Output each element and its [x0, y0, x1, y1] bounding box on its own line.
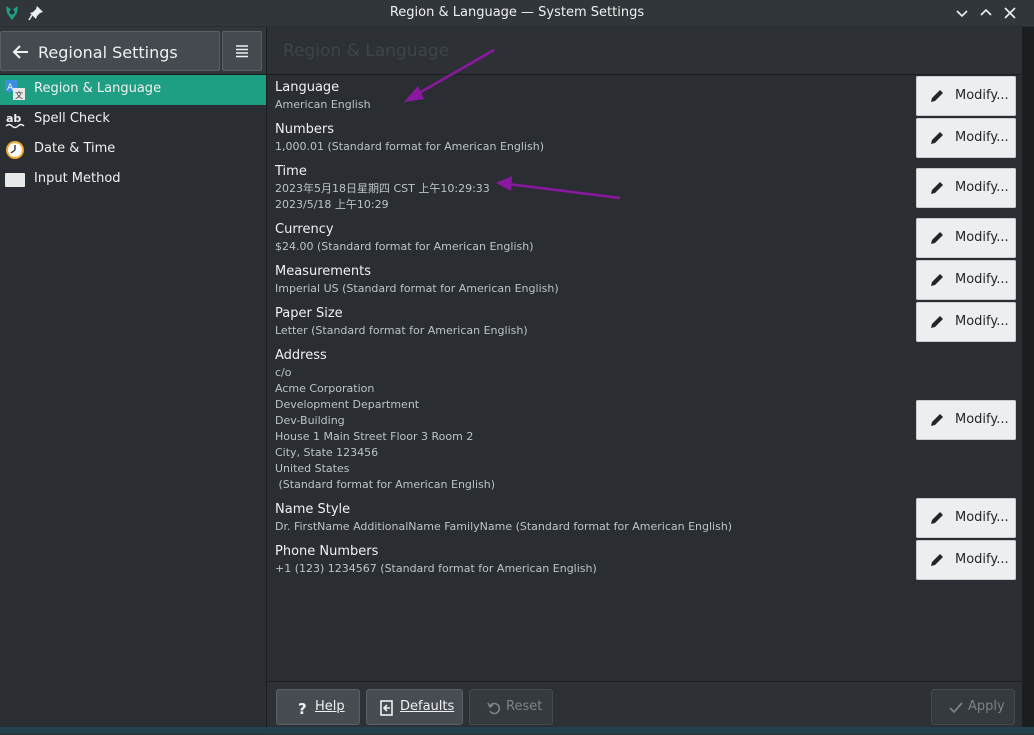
modify-measurements-button[interactable]: Modify... — [916, 260, 1016, 300]
modify-phone-numbers-button[interactable]: Modify... — [916, 540, 1016, 580]
sidebar-item-input-method[interactable]: Input Method — [0, 165, 266, 195]
setting-title-paper-size: Paper Size — [275, 306, 343, 321]
help-label: Help — [315, 699, 345, 714]
setting-value-numbers: 1,000.01 (Standard format for American E… — [275, 140, 544, 153]
translate-icon: A 文 — [5, 80, 25, 100]
svg-text:文: 文 — [15, 90, 23, 100]
undo-icon — [487, 702, 501, 715]
svg-text:ab: ab — [6, 112, 21, 125]
spellcheck-icon: ab — [5, 112, 25, 129]
setting-value-language: American English — [275, 98, 371, 111]
page-header: Region & Language — [267, 27, 1022, 75]
apply-label: Apply — [968, 699, 1005, 714]
sidebar-item-label: Region & Language — [34, 81, 162, 96]
window-edge — [1022, 27, 1034, 727]
sidebar-item-label: Input Method — [34, 171, 121, 186]
main-panel: Region & Language Language American Engl… — [267, 27, 1034, 735]
window-title: Region & Language — System Settings — [389, 5, 645, 20]
maximize-icon[interactable] — [977, 4, 995, 22]
modify-label: Modify... — [955, 314, 1009, 329]
help-button[interactable]: ? Help — [276, 689, 360, 725]
setting-value-currency: $24.00 (Standard format for American Eng… — [275, 240, 534, 253]
sidebar-item-label: Spell Check — [34, 111, 110, 126]
reset-label: Reset — [506, 699, 543, 714]
modify-name-style-button[interactable]: Modify... — [916, 498, 1016, 538]
sidebar-item-spell-check[interactable]: ab Spell Check — [0, 105, 266, 135]
pencil-icon — [931, 274, 943, 286]
setting-title-name-style: Name Style — [275, 502, 351, 517]
arrow-left-icon — [12, 45, 28, 59]
sidebar: Regional Settings A 文 Region & Language … — [0, 27, 267, 734]
close-icon[interactable] — [1001, 4, 1019, 22]
setting-title-numbers: Numbers — [275, 122, 334, 137]
keyboard-icon — [5, 173, 25, 187]
defaults-icon — [380, 700, 393, 716]
modify-numbers-button[interactable]: Modify... — [916, 118, 1016, 158]
setting-value-measurements: Imperial US (Standard format for America… — [275, 282, 559, 295]
clock-icon — [6, 141, 24, 159]
back-button[interactable]: Regional Settings — [0, 31, 220, 71]
setting-value-address: c/o Acme Corporation Development Departm… — [275, 366, 495, 491]
sidebar-item-region-language[interactable]: A 文 Region & Language — [0, 75, 266, 105]
hamburger-menu-button[interactable] — [222, 31, 262, 71]
pencil-icon — [931, 182, 943, 194]
minimize-icon[interactable] — [953, 4, 971, 22]
pencil-icon — [931, 90, 943, 102]
apply-button[interactable]: Apply — [931, 689, 1015, 725]
setting-value-time: 2023年5月18日星期四 CST 上午10:29:33 2023/5/18 上… — [275, 182, 490, 211]
sidebar-item-date-time[interactable]: Date & Time — [0, 135, 266, 165]
title-bar: Region & Language — System Settings — [0, 0, 1034, 26]
pencil-icon — [931, 512, 943, 524]
modify-paper-size-button[interactable]: Modify... — [916, 302, 1016, 342]
pencil-icon — [931, 554, 943, 566]
reset-button[interactable]: Reset — [469, 689, 553, 725]
setting-value-name-style: Dr. FirstName AdditionalName FamilyName … — [275, 520, 733, 533]
setting-title-measurements: Measurements — [275, 264, 372, 279]
modify-label: Modify... — [955, 180, 1009, 195]
setting-title-phone-numbers: Phone Numbers — [275, 544, 379, 559]
setting-value-paper-size: Letter (Standard format for American Eng… — [275, 324, 528, 337]
setting-title-currency: Currency — [275, 222, 334, 237]
modify-label: Modify... — [955, 130, 1009, 145]
modify-address-button[interactable]: Modify... — [916, 400, 1016, 440]
pencil-icon — [931, 316, 943, 328]
defaults-button[interactable]: Defaults — [366, 689, 463, 725]
pencil-icon — [931, 232, 943, 244]
back-button-label: Regional Settings — [38, 43, 178, 62]
modify-label: Modify... — [955, 412, 1009, 427]
modify-label: Modify... — [955, 510, 1009, 525]
setting-title-address: Address — [275, 348, 327, 363]
modify-label: Modify... — [955, 272, 1009, 287]
setting-title-language: Language — [275, 80, 340, 95]
pencil-icon — [931, 132, 943, 144]
help-icon: ? — [298, 700, 307, 716]
defaults-label: Defaults — [400, 699, 455, 714]
modify-label: Modify... — [955, 88, 1009, 103]
sidebar-item-label: Date & Time — [34, 141, 116, 156]
checkmark-icon — [949, 702, 963, 714]
pencil-icon — [931, 414, 943, 426]
modify-language-button[interactable]: Modify... — [916, 76, 1016, 116]
hamburger-icon — [236, 45, 248, 58]
modify-label: Modify... — [955, 230, 1009, 245]
page-title: Region & Language — [283, 41, 450, 61]
modify-label: Modify... — [955, 552, 1009, 567]
desktop-background — [0, 727, 1034, 734]
setting-title-time: Time — [275, 164, 307, 179]
svg-text:?: ? — [298, 700, 307, 716]
modify-currency-button[interactable]: Modify... — [916, 218, 1016, 258]
svg-text:A: A — [7, 83, 14, 93]
sidebar-header: Regional Settings — [0, 27, 266, 75]
modify-time-button[interactable]: Modify... — [916, 168, 1016, 208]
setting-value-phone-numbers: +1 (123) 1234567 (Standard format for Am… — [275, 562, 597, 575]
